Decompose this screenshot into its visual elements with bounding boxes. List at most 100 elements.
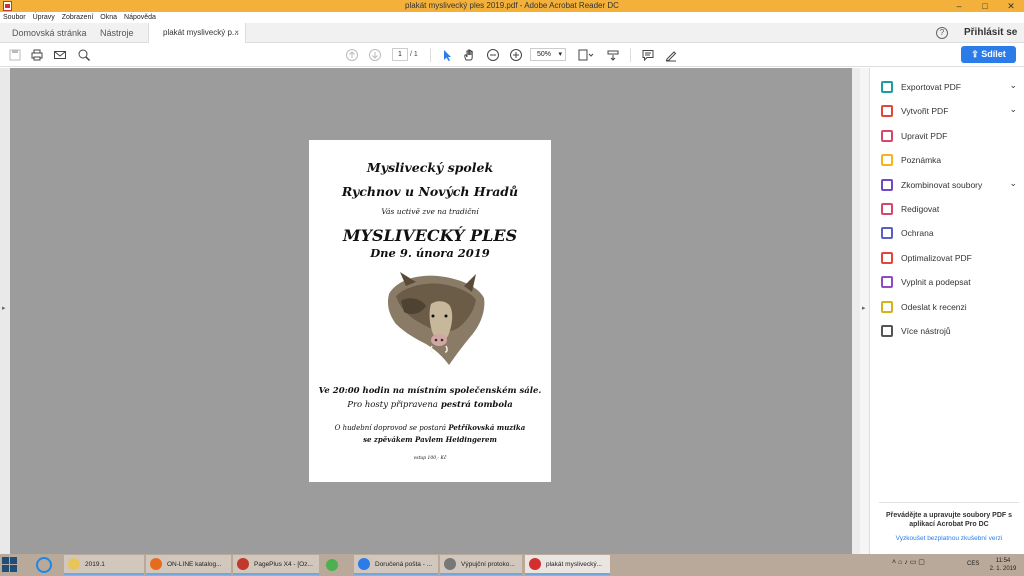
tab-tools[interactable]: Nástroje: [100, 23, 134, 43]
left-pane-toggle[interactable]: ▸: [0, 68, 10, 554]
menu-file[interactable]: Soubor: [3, 14, 26, 21]
tool-odeslat-k-recenzi[interactable]: Odeslat k recenzi: [881, 298, 1021, 316]
chevron-down-icon[interactable]: ⌄: [1009, 104, 1017, 115]
notification-icon[interactable]: ▢: [918, 559, 925, 566]
select-cursor-icon[interactable]: [440, 48, 454, 62]
page-down-icon[interactable]: [368, 48, 382, 62]
zoom-in-icon[interactable]: [509, 48, 523, 62]
battery-icon[interactable]: ▭: [910, 559, 919, 566]
wild-boar-illustration: [387, 272, 485, 365]
tool-label: Vytvořit PDF: [901, 106, 949, 117]
tool-optimalizovat-pdf[interactable]: Optimalizovat PDF: [881, 249, 1021, 267]
tool-icon: [881, 154, 893, 167]
taskbar-item[interactable]: PagePlus X4 - [Oz...: [233, 555, 319, 575]
right-pane-toggle[interactable]: ▸: [860, 68, 870, 554]
tool-v-ce-n-stroj[interactable]: Více nástrojů: [881, 322, 1021, 340]
taskbar-item[interactable]: plakát myslivecký...: [525, 555, 610, 575]
zoom-out-icon[interactable]: [486, 48, 500, 62]
fit-page-icon[interactable]: [577, 48, 595, 62]
poster-line-club: Myslivecký spolek: [366, 160, 494, 175]
tab-home[interactable]: Domovská stránka: [12, 23, 87, 43]
page-up-icon[interactable]: [345, 48, 359, 62]
toolbar-divider: [630, 48, 631, 62]
free-trial-link[interactable]: Vyzkoušet bezplatnou zkušební verzi: [879, 535, 1019, 542]
app-icon: [326, 559, 338, 571]
page-number-input[interactable]: 1: [392, 48, 408, 61]
comment-icon[interactable]: [641, 48, 655, 62]
clock[interactable]: 11:54 2. 1. 2019: [985, 557, 1021, 573]
promo-text: Převádějte a upravujte soubory PDF s apl…: [885, 512, 1013, 528]
tool-label: Odeslat k recenzi: [901, 301, 967, 312]
pro-promo: Převádějte a upravujte soubory PDF s apl…: [879, 502, 1019, 542]
scroll-mode-icon[interactable]: [606, 48, 620, 62]
clock-time: 11:54: [995, 558, 1011, 564]
tool-label: Vyplnit a podepsat: [901, 277, 971, 288]
tool-vytvo-it-pdf[interactable]: Vytvořit PDF ⌄: [881, 102, 1021, 120]
signin-link[interactable]: Přihlásit se: [964, 23, 1017, 43]
print-icon[interactable]: [30, 48, 44, 62]
help-icon[interactable]: ?: [936, 27, 948, 39]
tool-ochrana[interactable]: Ochrana: [881, 224, 1021, 242]
poster-headline: MYSLIVECKÝ PLES: [342, 226, 518, 245]
tool-upravit-pdf[interactable]: Upravit PDF: [881, 127, 1021, 145]
tab-document[interactable]: plakát myslivecký p... ×: [148, 23, 246, 43]
tool-exportovat-pdf[interactable]: Exportovat PDF ⌄: [881, 78, 1021, 96]
poster-date: Dne 9. února 2019: [370, 246, 490, 260]
tools-pane: Exportovat PDF ⌄ Vytvořit PDF ⌄ Upravit PDF P…: [871, 68, 1024, 554]
tool-icon: [881, 300, 893, 313]
taskbar-item[interactable]: 2019.1: [64, 555, 144, 575]
poster-tombola-lead: Pro hosty připravena: [347, 400, 438, 410]
vertical-scrollbar[interactable]: [852, 68, 860, 554]
language-indicator[interactable]: CES: [967, 561, 979, 567]
maximize-button[interactable]: □: [972, 0, 998, 12]
app-icon: [358, 558, 370, 570]
title-bar: plakát myslivecký ples 2019.pdf - Adobe …: [0, 0, 1024, 12]
zoom-select[interactable]: 50%: [530, 48, 566, 61]
minimize-button[interactable]: –: [946, 0, 972, 12]
tool-icon: [881, 129, 893, 142]
menu-help[interactable]: Nápověda: [124, 14, 156, 21]
close-tab-icon[interactable]: ×: [234, 23, 239, 43]
tool-redigovat[interactable]: Redigovat: [881, 200, 1021, 218]
taskbar: 2019.1 ON-LINE katalog... PagePlus X4 - [O…: [0, 554, 1024, 576]
email-icon[interactable]: [53, 48, 67, 62]
chevron-down-icon[interactable]: ⌄: [1009, 80, 1017, 91]
poster-tombola-emph: pestrá tombola: [437, 400, 513, 410]
app-icon: [150, 558, 162, 570]
poster-entry-fee: vstup 100,- Kč: [413, 456, 447, 461]
close-window-button[interactable]: ✕: [998, 0, 1024, 12]
clock-date: 2. 1. 2019: [989, 566, 1017, 572]
taskbar-item[interactable]: [322, 555, 350, 575]
menu-bar: Soubor Úpravy Zobrazení Okna Nápověda: [0, 12, 1024, 23]
taskbar-item[interactable]: Výpujční protoko...: [440, 555, 522, 575]
save-icon[interactable]: [8, 48, 22, 62]
search-icon[interactable]: [77, 48, 91, 62]
edge-browser-icon[interactable]: [36, 557, 52, 573]
menu-view[interactable]: Zobrazení: [62, 14, 94, 21]
menu-window[interactable]: Okna: [100, 14, 117, 21]
taskbar-item[interactable]: Doručená pošta - ...: [354, 555, 438, 575]
share-button[interactable]: ⇪ Sdílet: [961, 46, 1016, 63]
toolbar-divider: [430, 48, 431, 62]
poster-line-town: Rychnov u Nových Hradů: [341, 184, 519, 199]
page-total: / 1: [410, 51, 418, 58]
poster-band: Petříkovská muzika: [448, 423, 526, 432]
tool-icon: [881, 81, 893, 93]
chevron-down-icon[interactable]: ⌄: [1009, 178, 1017, 189]
tool-pozn-mka[interactable]: Poznámka: [881, 151, 1021, 169]
hand-tool-icon[interactable]: [462, 48, 476, 62]
tool-vyplnit-a-podepsat[interactable]: Vyplnit a podepsat: [881, 273, 1021, 291]
menu-edit[interactable]: Úpravy: [33, 14, 55, 21]
tool-icon: [881, 251, 893, 264]
share-icon: ⇪: [971, 49, 982, 59]
poster-tombola: Pro hosty připravena pestrá tombola: [309, 400, 551, 410]
tool-icon: [881, 105, 893, 118]
windows-start-icon[interactable]: [2, 557, 18, 573]
tool-label: Poznámka: [901, 155, 942, 166]
tool-icon: [881, 276, 893, 289]
pen-icon[interactable]: [664, 48, 678, 62]
app-icon: [444, 558, 456, 570]
tool-zkombinovat-soubory[interactable]: Zkombinovat soubory ⌄: [881, 176, 1021, 194]
tool-label: Redigovat: [901, 204, 940, 214]
taskbar-item[interactable]: ON-LINE katalog...: [146, 555, 231, 575]
